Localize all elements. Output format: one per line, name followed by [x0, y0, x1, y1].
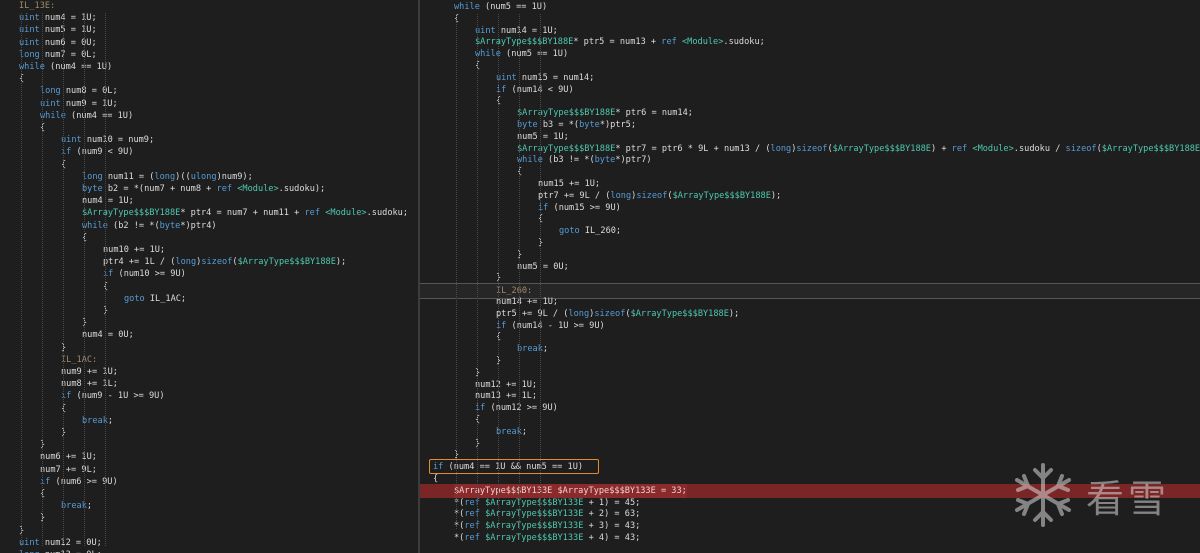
snowflake-icon — [1015, 463, 1071, 527]
indent-guide — [105, 13, 106, 547]
left-code-pane[interactable]: IL_13E: uint num4 = 1U; uint num5 = 1U; uin… — [0, 0, 418, 553]
indent-guide — [519, 14, 520, 529]
code-text: long num13 = 0L; — [19, 548, 102, 553]
kanxue-watermark: 看雪 — [1008, 460, 1178, 530]
watermark-text: 看雪 — [1086, 477, 1171, 521]
indent-guide — [63, 13, 64, 547]
indent-guide — [477, 14, 478, 529]
right-code-line[interactable]: *(ref $ArrayType$$$BY133E + 4) = 43; — [420, 531, 1200, 545]
indent-guide — [456, 14, 457, 529]
left-code-line[interactable]: long num13 = 0L; — [0, 548, 418, 553]
indent-guide — [42, 13, 43, 547]
indent-guide — [540, 14, 541, 529]
indent-guide — [84, 13, 85, 547]
indent-guide — [498, 14, 499, 529]
indent-guide — [21, 13, 22, 547]
code-text: *(ref $ArrayType$$$BY133E + 4) = 43; — [454, 533, 641, 543]
